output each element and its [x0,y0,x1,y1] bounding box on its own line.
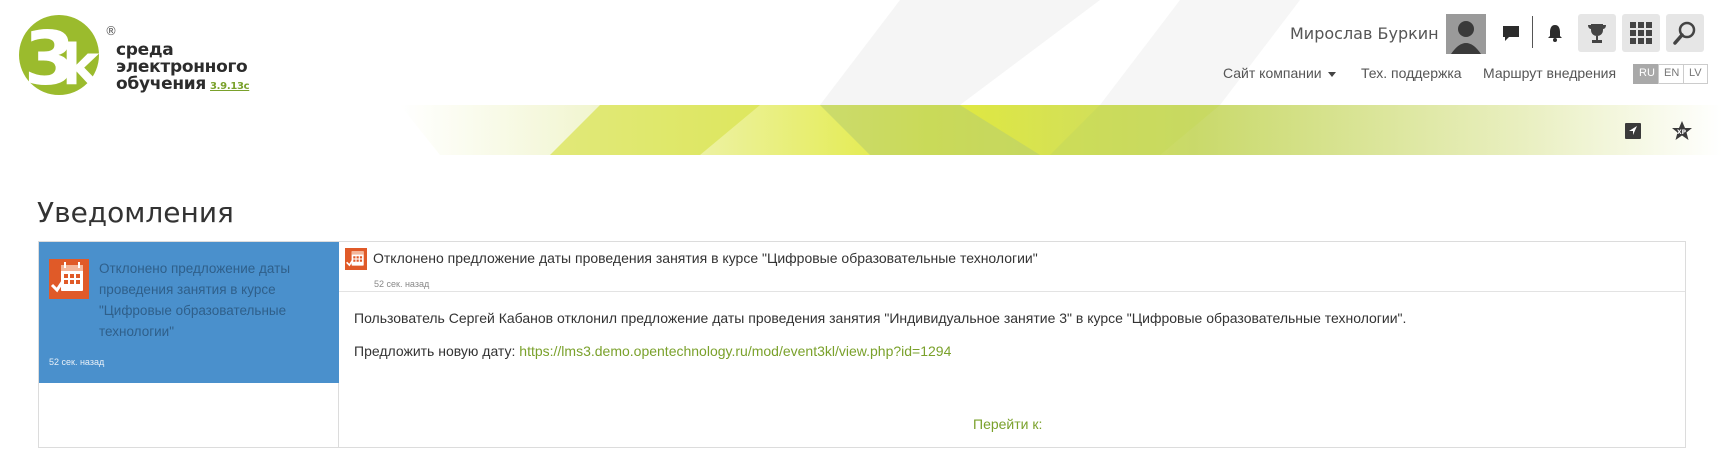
messages-button[interactable] [1492,14,1530,52]
detail-message: Пользователь Сергей Кабанов отклонил пре… [354,310,1407,326]
detail-header: Отклонено предложение даты проведения за… [339,242,1685,292]
logo-version[interactable]: 3.9.13c [210,81,250,92]
bell-icon [1548,25,1562,42]
chat-icon [1503,26,1519,41]
lang-en[interactable]: EN [1658,64,1686,84]
goto-link[interactable]: Перейти к: [973,416,1042,432]
navigate-button[interactable] [1622,120,1644,142]
notifications-panel: Отклонено предложение даты проведения за… [38,241,1686,448]
page: 3 k ® среда электронного обучения 3.9.13c… [0,0,1722,474]
avatar-silhouette-icon [1446,14,1486,54]
notifications-list: Отклонено предложение даты проведения за… [39,242,339,447]
grid-icon [1630,22,1652,44]
notification-detail: Отклонено предложение даты проведения за… [339,242,1685,447]
list-item[interactable]: Отклонено предложение даты проведения за… [39,242,339,383]
svg-text:k: k [62,33,101,98]
page-title: Уведомления [37,196,234,229]
chevron-down-icon [1327,71,1336,77]
avatar[interactable] [1446,14,1486,54]
propose-date-link[interactable]: https://lms3.demo.opentechnology.ru/mod/… [519,343,951,359]
detail-title: Отклонено предложение даты проведения за… [373,250,1038,266]
logo[interactable]: 3 k ® среда электронного обучения 3.9.13c [16,12,250,102]
notifications-button[interactable] [1536,14,1574,52]
list-item-title: Отклонено предложение даты проведения за… [99,261,291,339]
logo-3k-icon: 3 k [19,15,101,102]
calendar-declined-icon [345,248,367,270]
divider [1532,16,1533,48]
list-item-time: 52 сек. назад [49,357,105,367]
search-icon [1673,21,1696,45]
nav-route[interactable]: Маршрут внедрения [1483,65,1616,81]
lang-lv[interactable]: LV [1683,64,1708,84]
registered-mark: ® [105,24,117,38]
trophy-icon [1588,24,1606,43]
search-button[interactable] [1666,14,1704,52]
svg-text:XP: XP [1677,129,1687,136]
detail-time: 52 сек. назад [374,279,430,289]
location-arrow-icon [1625,123,1641,139]
propose-date-label: Предложить новую дату: [354,343,516,359]
xp-star-icon: XP [1672,121,1692,140]
achievements-button[interactable] [1578,14,1616,52]
calendar-declined-icon [49,259,89,299]
nav-tech-support[interactable]: Тех. поддержка [1361,65,1462,81]
user-name[interactable]: Мирослав Буркин [1290,24,1439,43]
lang-ru[interactable]: RU [1633,64,1661,84]
nav-company-site[interactable]: Сайт компании [1223,65,1336,81]
apps-grid-button[interactable] [1622,14,1660,52]
xp-button[interactable]: XP [1671,120,1693,142]
logo-text: среда электронного обучения 3.9.13c [116,40,250,94]
propose-date-row: Предложить новую дату: https://lms3.demo… [354,343,951,359]
